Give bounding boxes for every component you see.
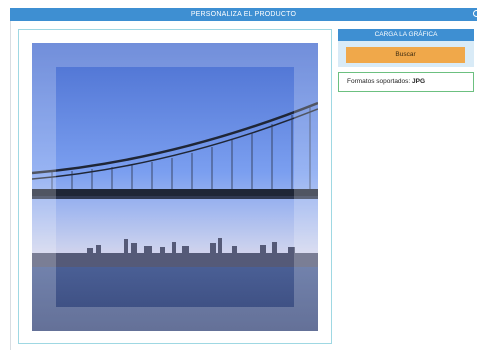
formats-label: Formatos soportados:	[347, 78, 411, 85]
header-title: PERSONALIZA EL PRODUCTO	[190, 11, 297, 18]
supported-formats-info: Formatos soportados: JPG	[338, 72, 474, 92]
customize-product-header: PERSONALIZA EL PRODUCTO	[10, 8, 477, 21]
bridge-photo	[32, 43, 318, 331]
formats-value: JPG	[412, 78, 426, 85]
upload-panel-title: CARGA LA GRÁFICA	[338, 29, 474, 41]
close-icon[interactable]	[473, 10, 477, 17]
upload-graphic-panel: CARGA LA GRÁFICA Buscar	[338, 29, 474, 67]
uploaded-graphic-preview[interactable]	[32, 43, 318, 331]
browse-button[interactable]: Buscar	[346, 47, 465, 63]
